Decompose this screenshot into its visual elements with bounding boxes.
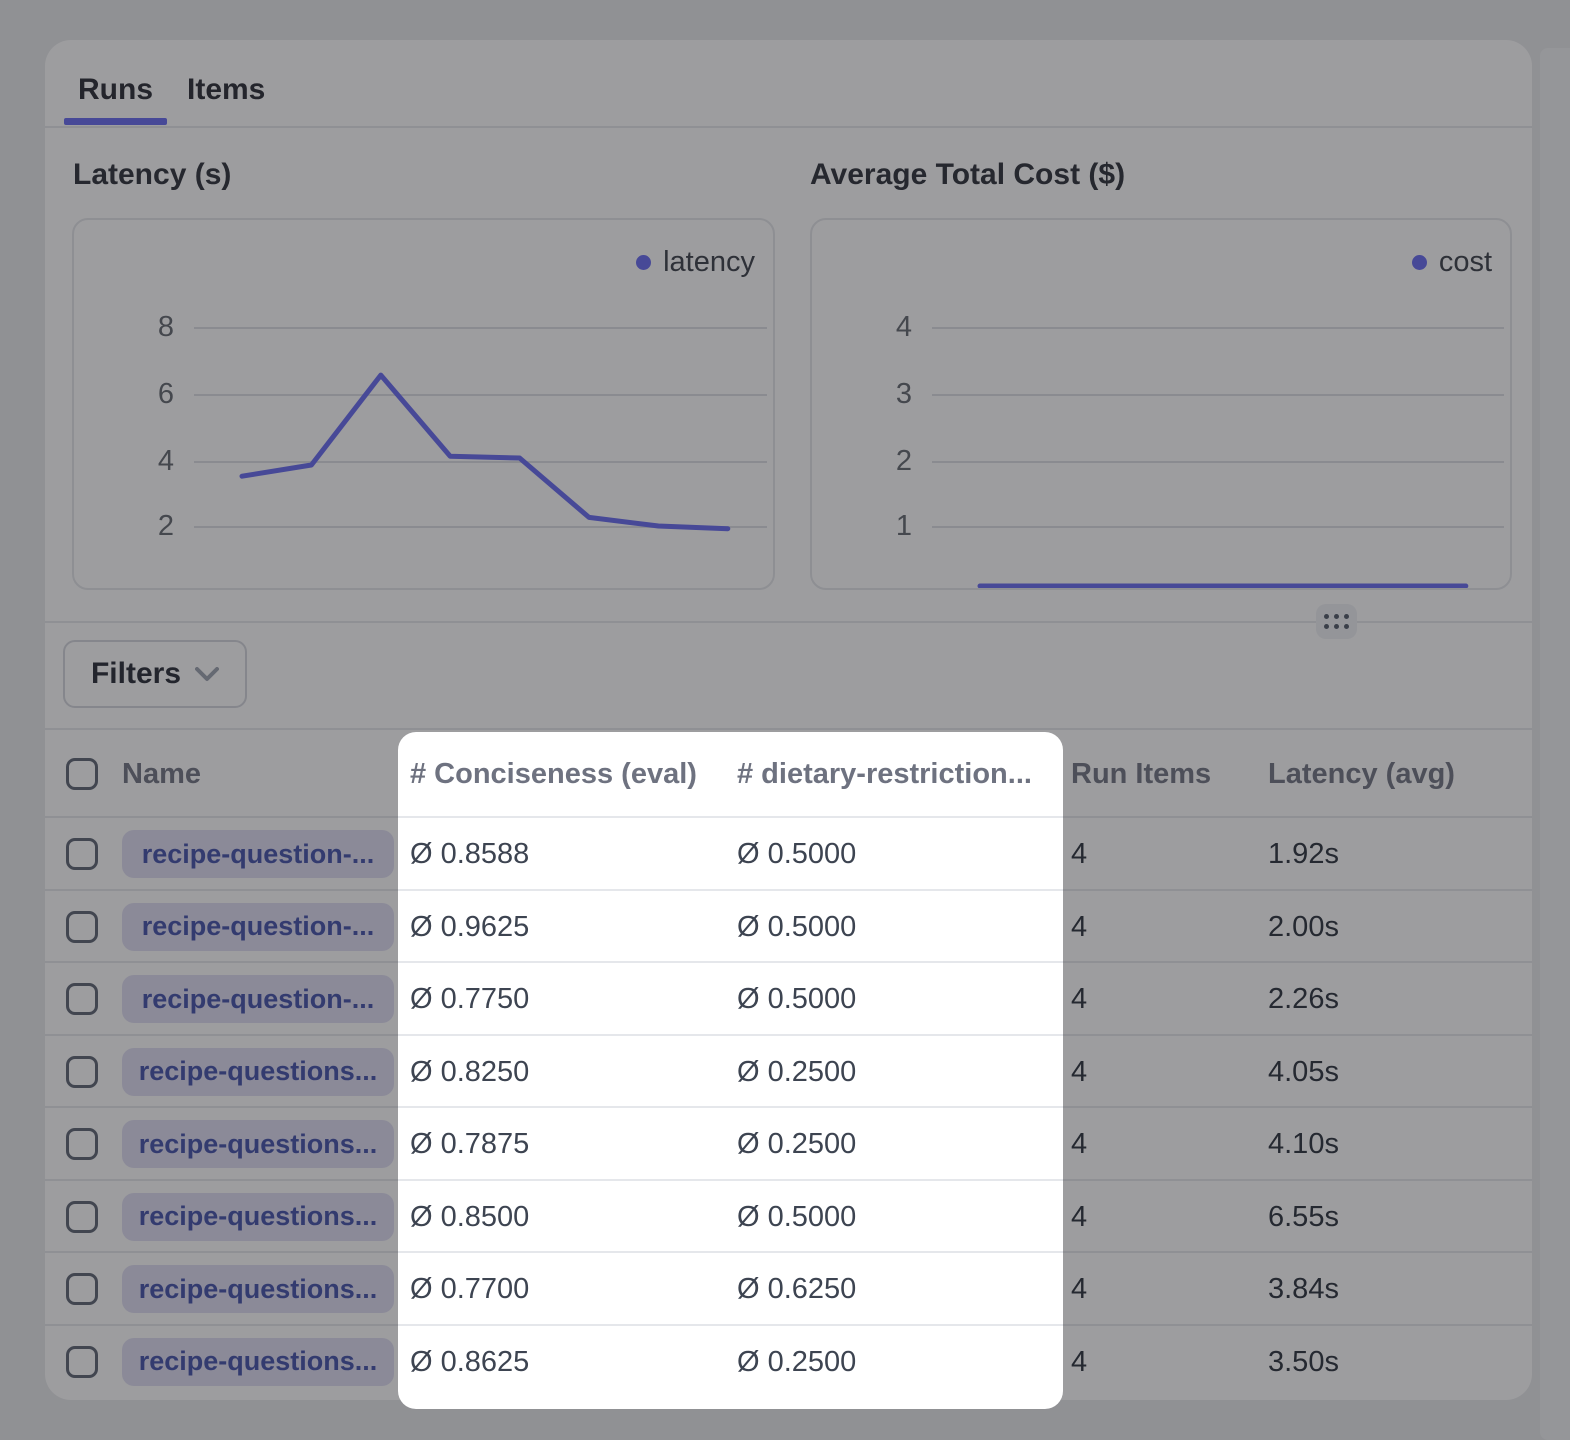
latency-chart: latency 8 6 4 2: [72, 218, 775, 590]
table-row: recipe-questions... Ø 0.7700 Ø 0.6250 4 …: [45, 1251, 1532, 1324]
run-name-badge[interactable]: recipe-question-...: [122, 903, 394, 951]
section-divider: [45, 621, 1532, 623]
chevron-down-icon: [195, 667, 219, 682]
conciseness-score: Ø 0.8250: [410, 1036, 529, 1109]
dietary-score: Ø 0.5000: [737, 891, 856, 964]
runs-table: Name # Conciseness (eval) # dietary-rest…: [45, 728, 1532, 1396]
row-checkbox[interactable]: [66, 983, 98, 1015]
dietary-score: Ø 0.2500: [737, 1108, 856, 1181]
tabbar-divider: [45, 126, 1532, 128]
cost-chart: cost 4 3 2 1: [810, 218, 1512, 590]
select-all-checkbox[interactable]: [66, 758, 98, 790]
latency-avg-value: 2.00s: [1268, 891, 1339, 964]
table-row: recipe-question-... Ø 0.8588 Ø 0.5000 4 …: [45, 816, 1532, 889]
conciseness-score: Ø 0.8588: [410, 818, 529, 891]
latency-avg-value: 3.50s: [1268, 1326, 1339, 1399]
column-header-dietary-restriction[interactable]: # dietary-restriction...: [737, 730, 1032, 818]
run-items-count: 4: [1071, 818, 1087, 891]
column-header-latency-avg[interactable]: Latency (avg): [1268, 730, 1455, 818]
column-header-name[interactable]: Name: [122, 730, 201, 818]
tab-runs[interactable]: Runs: [78, 62, 153, 118]
cost-line-series: [812, 220, 1510, 588]
row-checkbox[interactable]: [66, 1128, 98, 1160]
table-row: recipe-questions... Ø 0.8625 Ø 0.2500 4 …: [45, 1324, 1532, 1397]
run-items-count: 4: [1071, 1108, 1087, 1181]
latency-avg-value: 6.55s: [1268, 1181, 1339, 1254]
run-name-badge[interactable]: recipe-questions...: [122, 1193, 394, 1241]
latency-line-series: [74, 220, 773, 588]
runs-panel-card: Runs Items Latency (s) Average Total Cos…: [45, 40, 1532, 1400]
filters-button-label: Filters: [91, 657, 181, 691]
conciseness-score: Ø 0.8625: [410, 1326, 529, 1399]
dietary-score: Ø 0.5000: [737, 963, 856, 1036]
latency-avg-value: 4.05s: [1268, 1036, 1339, 1109]
run-name-badge[interactable]: recipe-question-...: [122, 975, 394, 1023]
row-checkbox[interactable]: [66, 1346, 98, 1378]
conciseness-score: Ø 0.7875: [410, 1108, 529, 1181]
cost-chart-title: Average Total Cost ($): [810, 158, 1125, 192]
latency-avg-value: 3.84s: [1268, 1253, 1339, 1326]
row-checkbox[interactable]: [66, 1056, 98, 1088]
latency-avg-value: 2.26s: [1268, 963, 1339, 1036]
conciseness-score: Ø 0.8500: [410, 1181, 529, 1254]
dietary-score: Ø 0.2500: [737, 1326, 856, 1399]
table-row: recipe-questions... Ø 0.8500 Ø 0.5000 4 …: [45, 1179, 1532, 1252]
run-name-badge[interactable]: recipe-question-...: [122, 830, 394, 878]
tab-items[interactable]: Items: [187, 62, 265, 118]
dietary-score: Ø 0.6250: [737, 1253, 856, 1326]
table-row: recipe-question-... Ø 0.7750 Ø 0.5000 4 …: [45, 961, 1532, 1034]
table-row: recipe-questions... Ø 0.8250 Ø 0.2500 4 …: [45, 1034, 1532, 1107]
dietary-score: Ø 0.2500: [737, 1036, 856, 1109]
dietary-score: Ø 0.5000: [737, 1181, 856, 1254]
row-checkbox[interactable]: [66, 838, 98, 870]
conciseness-score: Ø 0.7700: [410, 1253, 529, 1326]
table-row: recipe-question-... Ø 0.9625 Ø 0.5000 4 …: [45, 889, 1532, 962]
latency-avg-value: 1.92s: [1268, 818, 1339, 891]
run-items-count: 4: [1071, 891, 1087, 964]
run-name-badge[interactable]: recipe-questions...: [122, 1048, 394, 1096]
latency-avg-value: 4.10s: [1268, 1108, 1339, 1181]
column-header-run-items[interactable]: Run Items: [1071, 730, 1211, 818]
run-items-count: 4: [1071, 1036, 1087, 1109]
app-background: Runs Items Latency (s) Average Total Cos…: [0, 0, 1570, 1440]
run-items-count: 4: [1071, 1326, 1087, 1399]
run-items-count: 4: [1071, 963, 1087, 1036]
filters-button[interactable]: Filters: [63, 640, 247, 708]
run-name-badge[interactable]: recipe-questions...: [122, 1120, 394, 1168]
row-checkbox[interactable]: [66, 911, 98, 943]
page-scroll-gutter[interactable]: [1540, 48, 1570, 1440]
resize-grip-icon[interactable]: [1316, 604, 1357, 639]
active-tab-indicator: [64, 118, 167, 125]
latency-chart-title: Latency (s): [73, 158, 231, 192]
run-items-count: 4: [1071, 1253, 1087, 1326]
run-name-badge[interactable]: recipe-questions...: [122, 1265, 394, 1313]
dietary-score: Ø 0.5000: [737, 818, 856, 891]
run-items-count: 4: [1071, 1181, 1087, 1254]
column-header-conciseness[interactable]: # Conciseness (eval): [410, 730, 697, 818]
row-checkbox[interactable]: [66, 1201, 98, 1233]
run-name-badge[interactable]: recipe-questions...: [122, 1338, 394, 1386]
conciseness-score: Ø 0.9625: [410, 891, 529, 964]
row-checkbox[interactable]: [66, 1273, 98, 1305]
table-header-row: Name # Conciseness (eval) # dietary-rest…: [45, 728, 1532, 816]
conciseness-score: Ø 0.7750: [410, 963, 529, 1036]
table-row: recipe-questions... Ø 0.7875 Ø 0.2500 4 …: [45, 1106, 1532, 1179]
